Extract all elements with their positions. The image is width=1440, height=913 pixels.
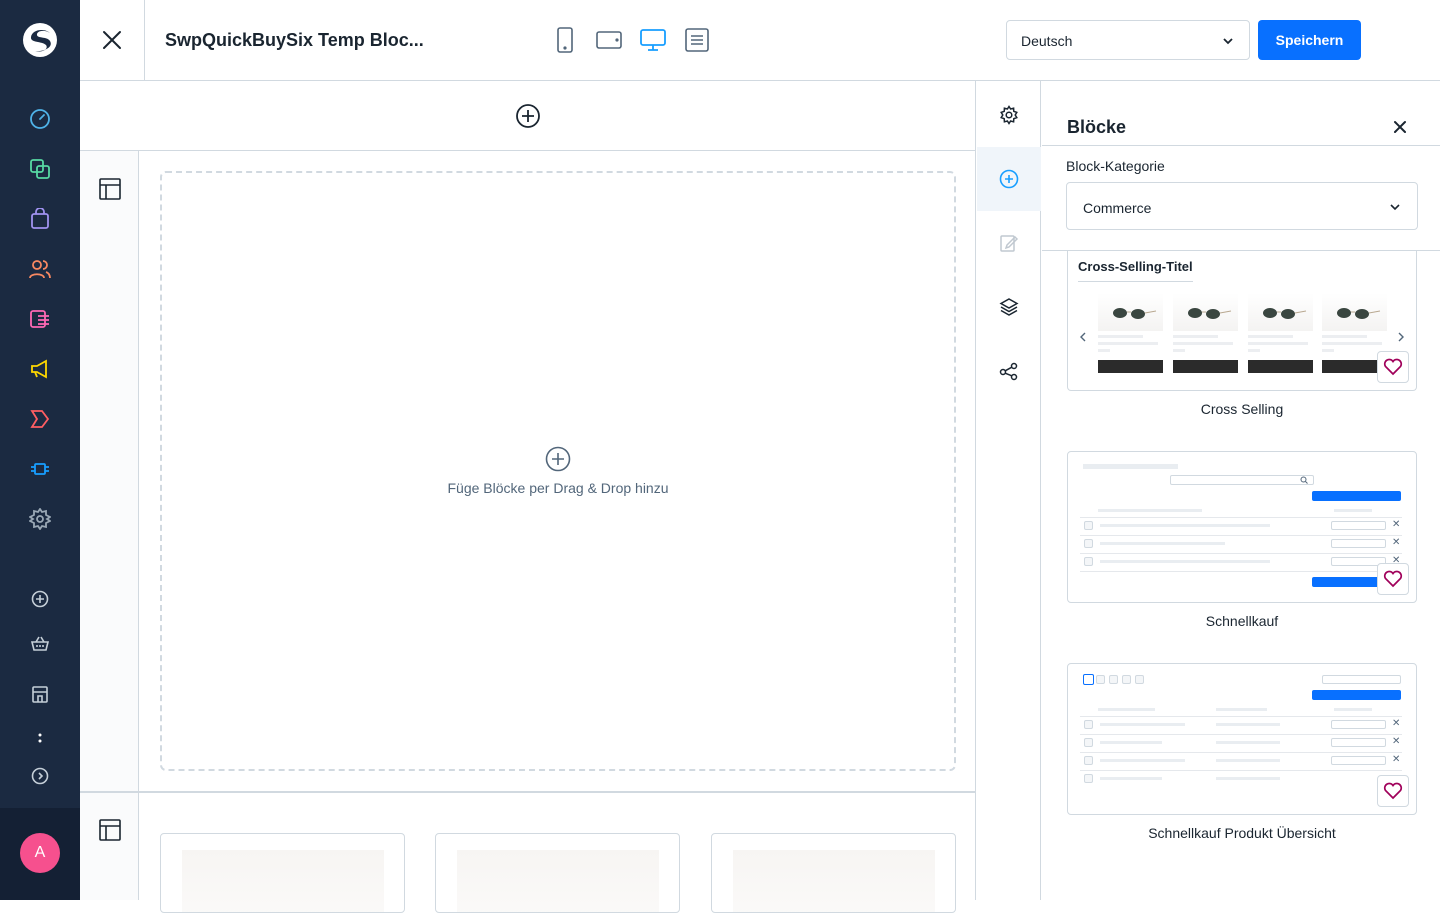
preview-product <box>1173 293 1238 373</box>
product-box-placeholder[interactable] <box>711 833 956 913</box>
heart-icon <box>1383 358 1403 376</box>
save-button[interactable]: Speichern <box>1258 20 1361 60</box>
chevron-down-icon <box>1223 38 1233 45</box>
orders-icon[interactable] <box>27 206 53 232</box>
sunglasses-image <box>1113 308 1157 319</box>
tab-share[interactable] <box>977 339 1041 403</box>
form-view-icon[interactable] <box>684 27 710 53</box>
gear-icon <box>1000 105 1018 125</box>
layers-icon <box>999 298 1019 316</box>
avatar[interactable]: A <box>20 833 60 873</box>
block-dropzone[interactable]: Füge Blöcke per Drag & Drop hinzu <box>160 171 956 771</box>
edit-icon <box>1000 235 1019 252</box>
extensions-icon[interactable] <box>27 456 53 482</box>
section-divider <box>80 791 976 793</box>
product-image-placeholder <box>182 850 384 912</box>
blocks-panel: Blöcke Block-Kategorie Commerce Cross-Se… <box>1042 81 1440 900</box>
product-image-placeholder <box>457 850 659 912</box>
catalog-icon[interactable] <box>27 156 53 182</box>
add-plus-icon[interactable] <box>27 586 53 612</box>
tab-layers[interactable] <box>977 275 1041 339</box>
tablet-view-icon[interactable] <box>596 27 622 53</box>
dashboard-icon[interactable] <box>27 106 53 132</box>
language-select[interactable]: Deutsch <box>1006 20 1250 60</box>
block-label-cross-selling: Cross Selling <box>1200 401 1284 417</box>
add-block-icon <box>545 446 571 472</box>
close-panel-icon[interactable] <box>1392 119 1408 135</box>
section-sidebar-2 <box>80 793 139 900</box>
block-preview-schnellkauf-produkt-uebersicht[interactable]: ✕ ✕ ✕ <box>1067 663 1417 815</box>
sunglasses-image <box>1263 308 1307 319</box>
user-area: A <box>0 808 80 900</box>
chevron-right-icon <box>1398 332 1404 342</box>
customers-icon[interactable] <box>27 256 53 282</box>
section-layout-icon[interactable] <box>99 819 121 841</box>
panel-header: Blöcke <box>1042 81 1440 146</box>
tab-settings[interactable] <box>977 83 1041 147</box>
sunglasses-image <box>1188 308 1232 319</box>
category-label: Block-Kategorie <box>1066 158 1165 174</box>
heart-icon <box>1383 570 1403 588</box>
layout-canvas: Füge Blöcke per Drag & Drop hinzu <box>80 81 976 913</box>
favorite-button[interactable] <box>1377 351 1409 383</box>
marketing-icon[interactable] <box>27 356 53 382</box>
category-select-value: Commerce <box>1083 200 1152 216</box>
block-label-schnellkauf: Schnellkauf <box>1205 613 1279 629</box>
main-navigation: A <box>0 0 80 900</box>
product-box-placeholder[interactable] <box>435 833 680 913</box>
settings-icon[interactable] <box>27 506 53 532</box>
tab-edit[interactable] <box>977 211 1041 275</box>
add-section-icon[interactable] <box>515 103 541 129</box>
content-icon[interactable] <box>27 306 53 332</box>
block-preview-schnellkauf[interactable]: ✕ ✕ ✕ <box>1067 451 1417 603</box>
mobile-view-icon[interactable] <box>552 27 578 53</box>
language-select-value: Deutsch <box>1021 33 1073 49</box>
page-title: SwpQuickBuySix Temp Bloc... <box>165 30 424 50</box>
product-box-placeholder[interactable] <box>160 833 405 913</box>
tab-blocks[interactable] <box>977 147 1041 211</box>
panel-title: Blöcke <box>1067 117 1127 137</box>
search-icon <box>1300 476 1308 484</box>
close-editor-button[interactable] <box>80 0 145 80</box>
commercial-icon[interactable] <box>27 406 53 432</box>
category-select[interactable]: Commerce <box>1066 182 1418 230</box>
chevron-left-icon <box>1080 332 1086 342</box>
product-image-placeholder <box>733 850 935 912</box>
chevron-down-icon <box>1390 204 1400 211</box>
more-vertical-icon[interactable] <box>27 725 53 751</box>
dropzone-text: Füge Blöcke per Drag & Drop hinzu <box>447 480 669 496</box>
cross-selling-preview-title: Cross-Selling-Titel <box>1078 259 1193 282</box>
share-icon <box>999 362 1018 381</box>
storefront-icon[interactable] <box>27 681 53 707</box>
editor-header: SwpQuickBuySix Temp Bloc... Deutsch Spei… <box>80 0 1440 81</box>
preview-product <box>1098 293 1163 373</box>
sunglasses-image <box>1337 308 1381 319</box>
section-layout-icon[interactable] <box>99 178 121 200</box>
add-section-top <box>80 81 976 151</box>
preview-product <box>1248 293 1313 373</box>
favorite-button[interactable] <box>1377 775 1409 807</box>
block-preview-cross-selling[interactable]: Cross-Selling-Titel <box>1067 251 1417 391</box>
block-label-schnellkauf-produkt-uebersicht: Schnellkauf Produkt Übersicht <box>1148 825 1336 841</box>
basket-icon[interactable] <box>27 631 53 657</box>
desktop-view-icon[interactable] <box>640 27 666 53</box>
collapse-menu-icon[interactable] <box>27 763 53 789</box>
shopware-logo[interactable] <box>20 20 60 60</box>
sidebar-tabs <box>977 81 1041 900</box>
add-circle-icon <box>999 169 1019 189</box>
section-sidebar <box>80 151 139 791</box>
heart-icon <box>1383 782 1403 800</box>
close-icon <box>103 31 121 49</box>
favorite-button[interactable] <box>1377 563 1409 595</box>
